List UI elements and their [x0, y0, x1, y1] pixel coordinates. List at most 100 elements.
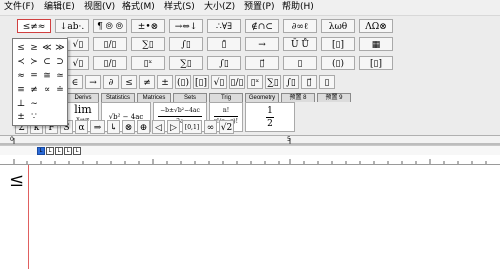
symbol-prec[interactable]: ≺: [15, 56, 27, 68]
embellishments-palette-button[interactable]: ¶ ⦾ ⦾: [93, 19, 127, 33]
fraction-small-button[interactable]: ▯/▯: [93, 56, 127, 70]
custom-alpha-button[interactable]: α: [75, 120, 88, 134]
menu-preset[interactable]: 预置(P): [244, 2, 274, 13]
menu-edit[interactable]: 编辑(E): [44, 2, 75, 13]
integral-button[interactable]: ∫▯: [283, 75, 299, 89]
tab-preset-8[interactable]: 预置 8: [281, 93, 315, 102]
greek-lower-palette-button[interactable]: λωθ: [321, 19, 355, 33]
menu-size[interactable]: 大小(Z): [204, 2, 235, 13]
plus-minus-button[interactable]: ±: [157, 75, 173, 89]
misc-palette-button[interactable]: ∂∞ℓ: [283, 19, 317, 33]
right-arrow-button[interactable]: →: [85, 75, 101, 89]
symbol-supset[interactable]: ⊃: [54, 56, 66, 68]
tab-derivs[interactable]: Derivs: [67, 93, 99, 102]
parens-template-button[interactable]: √▯: [67, 37, 89, 51]
symbol-leq[interactable]: ≤: [15, 42, 27, 54]
power-button[interactable]: ▯ˣ: [247, 75, 263, 89]
custom-interval-button[interactable]: [0,1]: [182, 120, 202, 134]
symbol-simeq[interactable]: ≃: [54, 70, 66, 82]
menu-style[interactable]: 样式(S): [164, 2, 195, 13]
symbol-geq[interactable]: ≥: [28, 42, 40, 54]
symbol-pm[interactable]: ±: [15, 111, 27, 123]
symbol-subset[interactable]: ⊂: [41, 56, 53, 68]
half-fraction-template[interactable]: 1 2: [245, 102, 295, 132]
menu-help[interactable]: 帮助(H): [282, 2, 314, 13]
arrow-template-button[interactable]: →: [245, 37, 279, 51]
ruler-label-mid: 5: [287, 136, 291, 143]
symbol-approx[interactable]: ≈: [15, 70, 27, 82]
not-equal-button[interactable]: ≠: [139, 75, 155, 89]
horizontal-ruler[interactable]: 0 5: [0, 136, 500, 146]
paren-small-button[interactable]: (▯): [321, 56, 355, 70]
spaces-palette-button[interactable]: ↓ab·.: [55, 19, 89, 33]
menu-file[interactable]: 文件(F): [4, 2, 34, 13]
less-equal-button[interactable]: ≤: [121, 75, 137, 89]
symbol-because[interactable]: ∵: [28, 111, 40, 123]
logic-palette-button[interactable]: ∴∀∃: [207, 19, 241, 33]
menu-format[interactable]: 格式(M): [122, 2, 155, 13]
integral-template-button[interactable]: ∫▯: [169, 37, 203, 51]
tabstop-decimal[interactable]: L: [64, 147, 72, 155]
symbol-equals[interactable]: =: [28, 70, 40, 82]
tab-statistics[interactable]: Statistics: [101, 93, 135, 102]
tabstop-right[interactable]: L: [55, 147, 63, 155]
custom-oplus-button[interactable]: ⊕: [137, 120, 150, 134]
custom-right-triangle-button[interactable]: ▷: [167, 120, 180, 134]
fraction-button[interactable]: ▯/▯: [229, 75, 245, 89]
accent-template-button[interactable]: Ū Ů: [283, 37, 317, 51]
sets-palette-button[interactable]: ∉∩⊂: [245, 19, 279, 33]
symbol-sim[interactable]: ∼: [28, 98, 40, 110]
partial-button[interactable]: ∂: [103, 75, 119, 89]
tab-trig[interactable]: Trig: [209, 93, 243, 102]
product-button[interactable]: ▯: [283, 56, 317, 70]
custom-implies-button[interactable]: ⇒: [90, 120, 105, 134]
custom-sqrt2-button[interactable]: √2: [219, 120, 234, 134]
sqrt-template-button[interactable]: √▯: [67, 56, 89, 70]
symbol-ll[interactable]: ≪: [41, 42, 53, 54]
tab-geometry[interactable]: Geometry: [245, 93, 279, 102]
box-button[interactable]: ▯: [319, 75, 335, 89]
tabstop-bar-align[interactable]: L: [73, 147, 81, 155]
symbol-doteq[interactable]: ≐: [54, 84, 66, 96]
arrows-palette-button[interactable]: →⇔↓: [169, 19, 203, 33]
sum-template-button[interactable]: ∑▯: [131, 37, 165, 51]
custom-hook-button[interactable]: ↳: [107, 120, 120, 134]
symbol-cong[interactable]: ≅: [41, 70, 53, 82]
sum-small-button[interactable]: ∑▯: [169, 56, 203, 70]
vector-button[interactable]: ▯⃗: [245, 56, 279, 70]
menu-view[interactable]: 视图(V): [84, 2, 115, 13]
greek-upper-palette-button[interactable]: ΛΩ⊗: [359, 19, 393, 33]
fraction-template-button[interactable]: ▯/▯: [93, 37, 127, 51]
superscript-button[interactable]: ▯ˣ: [131, 56, 165, 70]
bracket-template-button[interactable]: [▯]: [321, 37, 355, 51]
symbol-equiv[interactable]: ≡: [15, 84, 27, 96]
custom-infinity-button[interactable]: ∞: [204, 120, 217, 134]
symbol-perp[interactable]: ⊥: [15, 98, 27, 110]
parens-button[interactable]: (▯): [175, 75, 191, 89]
tab-sets[interactable]: Sets: [173, 93, 207, 102]
symbol-succ[interactable]: ≻: [28, 56, 40, 68]
custom-otimes-button[interactable]: ⊗: [122, 120, 135, 134]
menu-bar: 文件(F) 编辑(E) 视图(V) 格式(M) 样式(S) 大小(Z) 预置(P…: [0, 0, 500, 16]
equation-editor-area[interactable]: [0, 165, 500, 269]
overbar-template-button[interactable]: ▯̄: [207, 37, 241, 51]
tabstop-center[interactable]: L: [46, 147, 54, 155]
operators-palette-button[interactable]: ±•⊗: [131, 19, 165, 33]
tabstop-left-1[interactable]: L: [37, 147, 45, 155]
brackets-button[interactable]: [▯]: [193, 75, 209, 89]
arrow-over-button[interactable]: ▯⃗: [301, 75, 317, 89]
symbol-gg[interactable]: ≫: [54, 42, 66, 54]
symbol-propto[interactable]: ∝: [41, 84, 53, 96]
custom-left-triangle-button[interactable]: ◁: [152, 120, 165, 134]
tab-matrices[interactable]: Matrices: [137, 93, 171, 102]
relations-palette-button[interactable]: ≤≠≈: [17, 19, 51, 33]
tab-preset-9[interactable]: 预置 9: [317, 93, 351, 102]
sigma-button[interactable]: ∑▯: [265, 75, 281, 89]
symbol-neq[interactable]: ≠: [28, 84, 40, 96]
matrix-template-button[interactable]: ▦: [359, 37, 393, 51]
element-of-button[interactable]: ∈: [67, 75, 83, 89]
equation-content[interactable]: ≤: [9, 170, 24, 191]
bracket-small-button[interactable]: [▯]: [359, 56, 393, 70]
integral-small-button[interactable]: ∫▯: [207, 56, 241, 70]
sqrt-button[interactable]: √▯: [211, 75, 227, 89]
